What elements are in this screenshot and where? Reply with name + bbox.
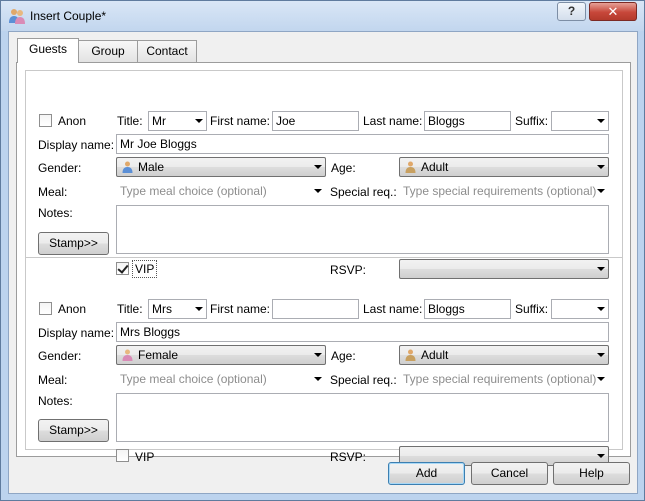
- guest-2-title-select[interactable]: Mrs: [148, 299, 207, 319]
- guest-1-meal-label: Meal:: [38, 185, 68, 199]
- chevron-down-icon: [597, 307, 605, 311]
- guest-2-notes-label: Notes:: [38, 394, 73, 408]
- guest-2-meal-combo[interactable]: Type meal choice (optional): [116, 369, 326, 389]
- guest-2-gender-value: Female: [138, 348, 179, 362]
- guest-1-age-value: Adult: [421, 160, 449, 174]
- guest-1-age-select[interactable]: Adult: [399, 157, 609, 177]
- guest-2-age-label: Age:: [331, 349, 356, 363]
- guest-1-special-label: Special req.:: [330, 185, 397, 199]
- tab-group[interactable]: Group: [78, 40, 138, 62]
- guest-1-special-combo[interactable]: Type special requirements (optional): [399, 181, 609, 201]
- chevron-down-icon: [314, 189, 322, 193]
- chevron-down-icon: [597, 454, 605, 458]
- male-person-icon: [122, 161, 133, 173]
- guest-2-first-name-field[interactable]: [272, 299, 359, 319]
- female-person-icon: [122, 349, 133, 361]
- adult-person-icon: [405, 349, 416, 361]
- guest-2-last-name-field[interactable]: Bloggs: [424, 299, 511, 319]
- guest-1-last-name-field[interactable]: Bloggs: [424, 111, 511, 131]
- guest-2-gender-label: Gender:: [38, 349, 82, 363]
- guest-2-stamp-button[interactable]: Stamp>>: [38, 419, 109, 442]
- chevron-down-icon: [195, 119, 203, 123]
- guest-2-anon-label: Anon: [58, 302, 87, 316]
- guest-2-first-name-label: First name:: [210, 302, 271, 316]
- guest-2-gender-select[interactable]: Female: [116, 345, 326, 365]
- close-button[interactable]: ✕: [589, 2, 637, 21]
- help-title-button[interactable]: ?: [557, 2, 586, 21]
- guest-2-special-combo[interactable]: Type special requirements (optional): [399, 369, 609, 389]
- cancel-button[interactable]: Cancel: [471, 462, 548, 485]
- guest-2-display-name-field[interactable]: Mrs Bloggs: [116, 322, 609, 342]
- guest-2-special-placeholder: Type special requirements (optional): [403, 372, 597, 386]
- guest-2-rsvp-label: RSVP:: [330, 450, 367, 464]
- guest-1-display-name-label: Display name:: [38, 138, 115, 152]
- chevron-down-icon: [597, 267, 605, 271]
- guests-tab-panel: Anon Title: Mr First name: Joe Last name…: [16, 62, 631, 466]
- guest-1-last-name-label: Last name:: [363, 114, 423, 128]
- add-button[interactable]: Add: [388, 462, 465, 485]
- guest-2-age-select[interactable]: Adult: [399, 345, 609, 365]
- guest-1-rsvp-label: RSVP:: [330, 263, 367, 277]
- guest-1-vip-label: VIP: [132, 260, 158, 278]
- window-title: Insert Couple*: [30, 9, 107, 23]
- guest-2-age-value: Adult: [421, 348, 449, 362]
- guest-1-display-name-field[interactable]: Mr Joe Bloggs: [116, 134, 609, 154]
- chevron-down-icon: [597, 165, 605, 169]
- chevron-down-icon: [597, 377, 605, 381]
- guest-1-first-name-label: First name:: [210, 114, 271, 128]
- tab-guests[interactable]: Guests: [17, 38, 79, 63]
- guest-1-vip-checkbox[interactable]: [116, 262, 129, 275]
- help-button[interactable]: Help: [553, 462, 630, 485]
- guest-2-title-label: Title:: [117, 302, 143, 316]
- guest-1-title-label: Title:: [117, 114, 143, 128]
- guest-1-title-select[interactable]: Mr: [148, 111, 207, 131]
- guest-2-suffix-select[interactable]: [551, 299, 609, 319]
- guest-2-anon-checkbox[interactable]: [39, 302, 52, 315]
- chevron-down-icon: [597, 189, 605, 193]
- guest-1-suffix-label: Suffix:: [515, 114, 549, 128]
- guest-2-suffix-label: Suffix:: [515, 302, 549, 316]
- chevron-down-icon: [314, 165, 322, 169]
- guest-1-gender-value: Male: [138, 160, 165, 174]
- guest-1-meal-combo[interactable]: Type meal choice (optional): [116, 181, 326, 201]
- guest-2-meal-placeholder: Type meal choice (optional): [120, 372, 267, 386]
- guest-2-last-name-label: Last name:: [363, 302, 423, 316]
- title-bar[interactable]: Insert Couple* ? ✕: [1, 1, 644, 31]
- guest-1-gender-select[interactable]: Male: [116, 157, 326, 177]
- chevron-down-icon: [597, 119, 605, 123]
- guest-1-notes-textarea[interactable]: [116, 205, 609, 254]
- guest-1-stamp-button[interactable]: Stamp>>: [38, 232, 109, 255]
- guest-1-special-placeholder: Type special requirements (optional): [403, 184, 597, 198]
- chevron-down-icon: [314, 377, 322, 381]
- guest-1-anon-label: Anon: [58, 114, 87, 128]
- chevron-down-icon: [314, 353, 322, 357]
- guest-2-vip-label: VIP: [135, 450, 155, 464]
- chevron-down-icon: [597, 353, 605, 357]
- guest-1-meal-placeholder: Type meal choice (optional): [120, 184, 267, 198]
- guest-2-title-value: Mrs: [152, 302, 172, 316]
- chevron-down-icon: [195, 307, 203, 311]
- guest-2-special-label: Special req.:: [330, 373, 397, 387]
- guest-2-vip-checkbox[interactable]: [116, 449, 129, 462]
- couple-icon: [9, 9, 25, 24]
- guest-2-meal-label: Meal:: [38, 373, 68, 387]
- guest-1-rsvp-select[interactable]: [399, 259, 609, 279]
- dialog-client-area: Guests Group Contact Anon Title: Mr Firs…: [8, 31, 638, 494]
- guest-1-notes-label: Notes:: [38, 206, 73, 220]
- guest-1-title-value: Mr: [152, 114, 166, 128]
- guest-2-display-name-label: Display name:: [38, 326, 115, 340]
- guest-separator: [26, 257, 622, 258]
- guest-1-first-name-field[interactable]: Joe: [272, 111, 359, 131]
- adult-person-icon: [405, 161, 416, 173]
- guest-1-suffix-select[interactable]: [551, 111, 609, 131]
- guest-1-anon-checkbox[interactable]: [39, 114, 52, 127]
- tab-contact[interactable]: Contact: [137, 40, 197, 62]
- guest-2-notes-textarea[interactable]: [116, 393, 609, 442]
- guest-1-gender-label: Gender:: [38, 161, 82, 175]
- dialog-window: Insert Couple* ? ✕ Guests Group Contact …: [0, 0, 645, 501]
- guest-1-age-label: Age:: [331, 161, 356, 175]
